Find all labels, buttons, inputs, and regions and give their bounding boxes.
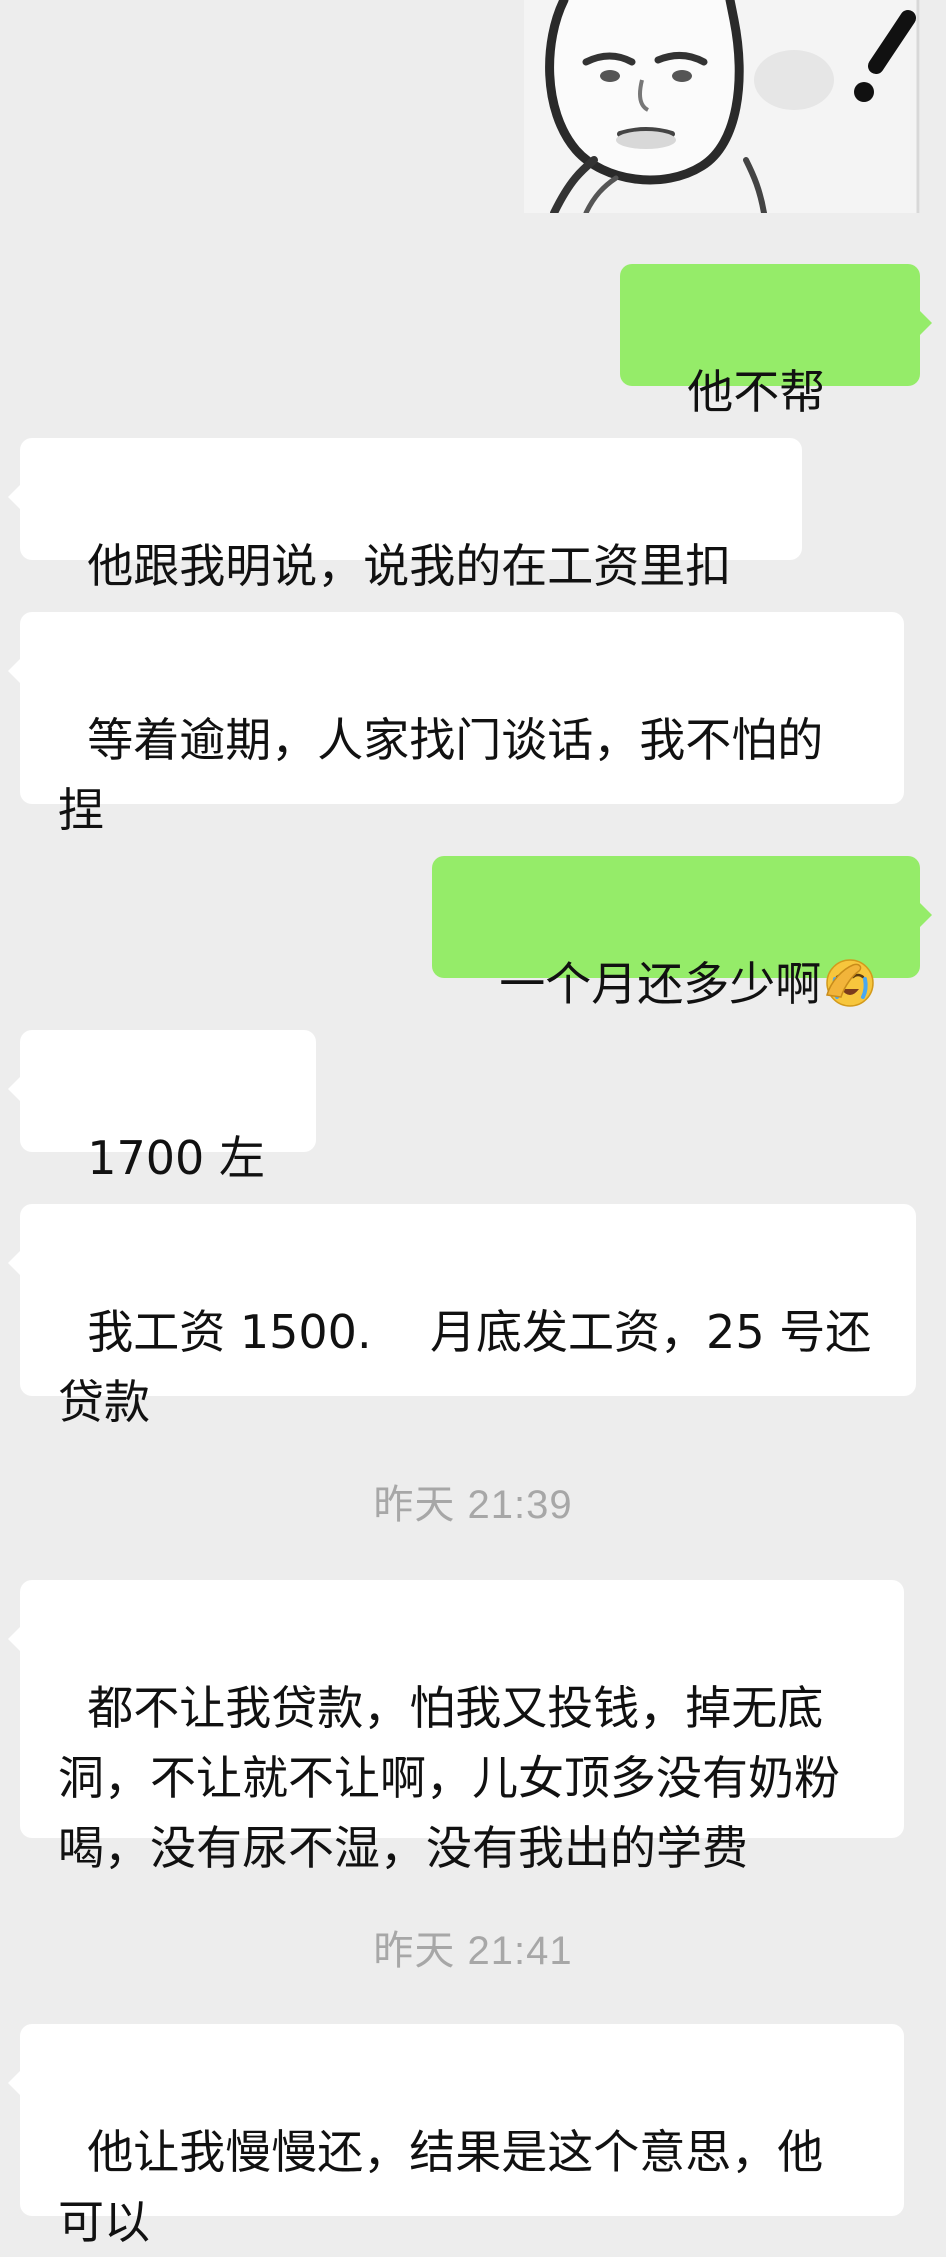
outgoing-message-bubble[interactable]: 一个月还多少啊 [432,856,932,1011]
message-text: 他让我慢慢还，结果是这个意思，他可以 [58,2125,824,2249]
incoming-message-bubble[interactable]: 都不让我贷款，怕我又投钱，掉无底洞，不让就不让啊，儿女顶多没有奶粉喝，没有尿不湿… [8,1580,904,1875]
message-timestamp: 昨天 21:39 [373,1483,573,1527]
message-text: 等着逾期，人家找门谈话，我不怕的捏 [58,713,824,837]
message-text: 都不让我贷款，怕我又投钱，掉无底洞，不让就不让啊，儿女顶多没有奶粉喝，没有尿不湿… [58,1681,840,1875]
message-text: 他跟我明说，说我的在工资里扣 [87,539,732,593]
incoming-message-bubble[interactable]: 他跟我明说，说我的在工资里扣 [8,438,802,593]
facepalm-crying-emoji-icon [823,955,877,1009]
incoming-message-bubble[interactable]: 他让我慢慢还，结果是这个意思，他可以 [8,2024,904,2249]
incoming-message-bubble[interactable]: 等着逾期，人家找门谈话，我不怕的捏 [8,612,904,837]
message-timestamp: 昨天 21:41 [373,1929,573,1973]
incoming-message-bubble[interactable]: 1700 左右 [8,1030,316,1255]
outgoing-message-bubble[interactable]: 他不帮你? [620,264,932,489]
incoming-message-bubble[interactable]: 我工资 1500. 月底发工资，25 号还贷款 [8,1204,916,1429]
meme-sticker-image[interactable] [524,0,920,213]
message-text: 一个月还多少啊 [499,957,822,1011]
message-text: 我工资 1500. 月底发工资，25 号还贷款 [58,1305,872,1429]
